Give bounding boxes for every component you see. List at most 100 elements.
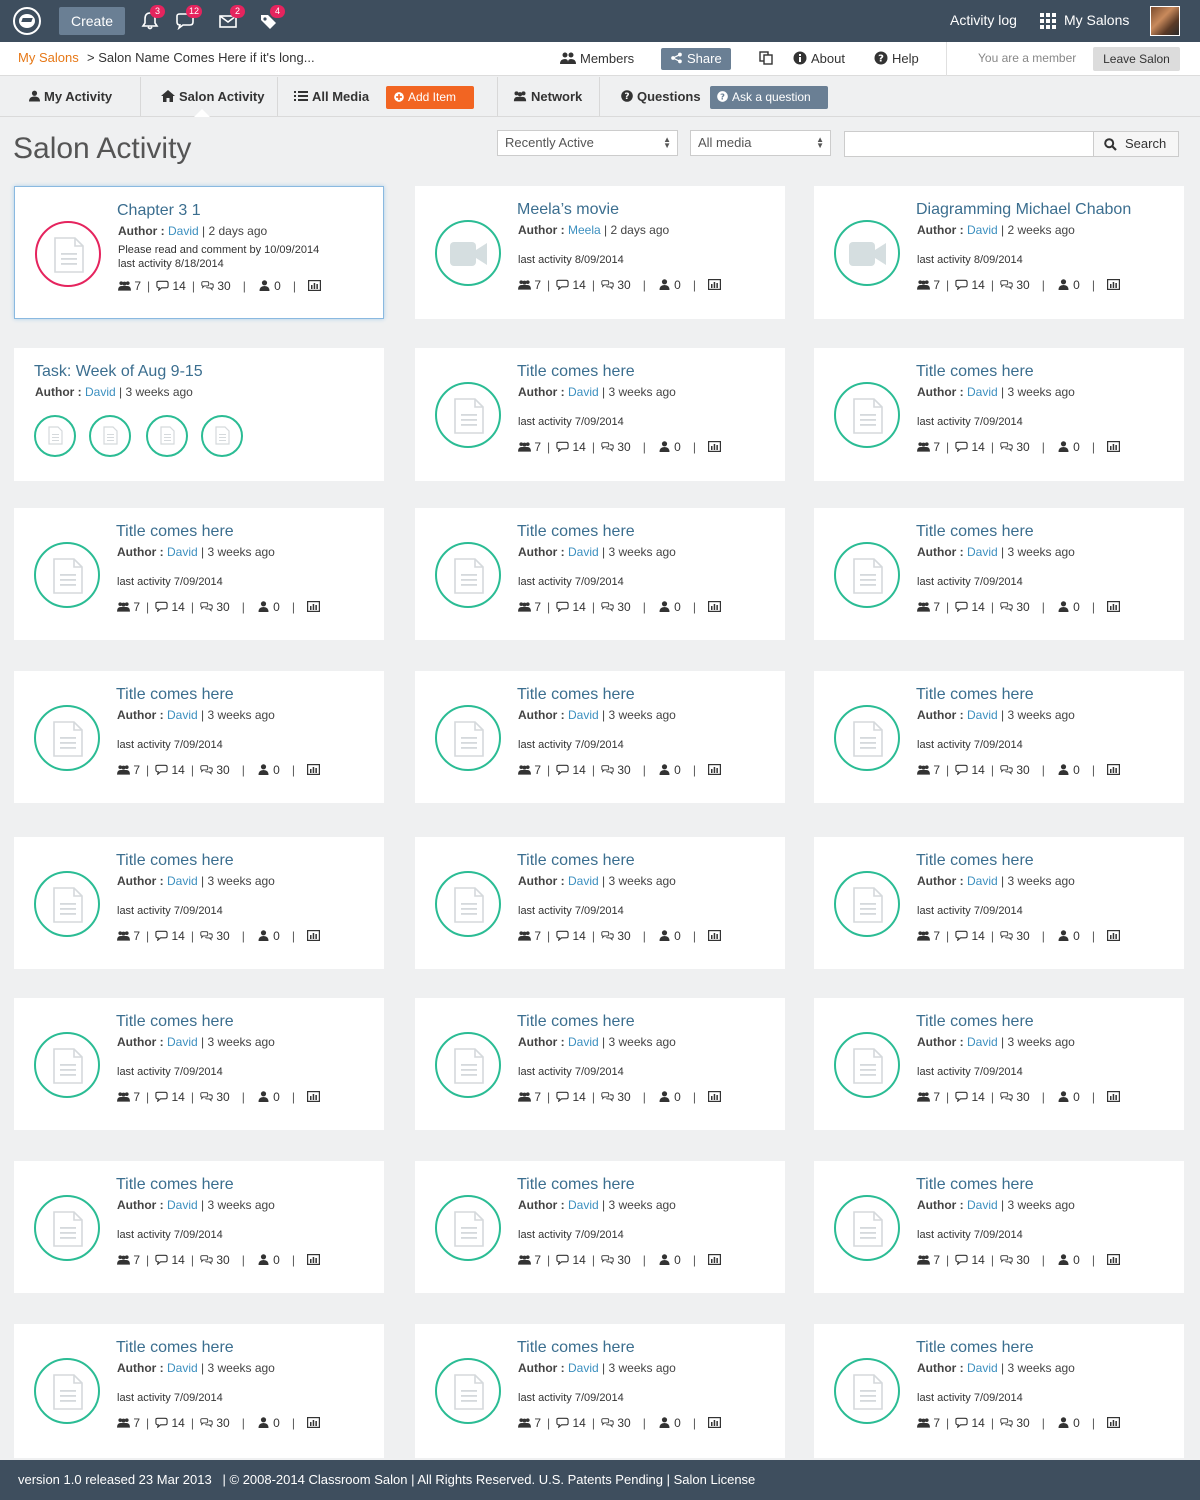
author-link[interactable]: David (967, 545, 998, 559)
stats-button[interactable] (306, 1416, 320, 1430)
document-icon[interactable] (834, 705, 900, 771)
card-title[interactable]: Title comes here (916, 1013, 1034, 1031)
members-button[interactable]: Members (560, 51, 634, 66)
stats-button[interactable] (707, 1253, 721, 1267)
task-item-document-icon[interactable] (34, 415, 76, 457)
stats-button[interactable] (707, 278, 721, 292)
stats-button[interactable] (1106, 278, 1120, 292)
media-card[interactable]: Title comes here Author : David | 3 weeks… (814, 837, 1184, 969)
stats-button[interactable] (707, 1416, 721, 1430)
author-link[interactable]: David (167, 1361, 198, 1375)
stats-button[interactable] (306, 929, 320, 943)
author-link[interactable]: David (568, 1361, 599, 1375)
card-title[interactable]: Title comes here (116, 1176, 234, 1194)
document-icon[interactable] (435, 705, 501, 771)
stats-button[interactable] (1106, 929, 1120, 943)
media-card[interactable]: Title comes here Author : David | 3 weeks… (14, 1324, 384, 1458)
media-card[interactable]: Title comes here Author : David | 3 weeks… (415, 508, 785, 640)
notifications-bell-icon[interactable]: 3 (140, 5, 165, 30)
card-title[interactable]: Title comes here (517, 1013, 635, 1031)
tab-my-activity[interactable]: My Activity (29, 77, 112, 117)
document-icon[interactable] (34, 1358, 100, 1424)
document-icon[interactable] (34, 1195, 100, 1261)
card-title[interactable]: Meela’s movie (517, 201, 619, 219)
card-title[interactable]: Title comes here (116, 852, 234, 870)
media-card[interactable]: Title comes here Author : David | 3 weeks… (415, 1324, 785, 1458)
card-title[interactable]: Title comes here (916, 686, 1034, 704)
tags-icon[interactable]: 4 (259, 5, 285, 30)
video-icon[interactable] (834, 220, 900, 286)
author-link[interactable]: David (967, 1198, 998, 1212)
add-item-button[interactable]: Add Item (386, 86, 474, 109)
stats-button[interactable] (707, 763, 721, 777)
stats-button[interactable] (306, 763, 320, 777)
author-link[interactable]: David (167, 708, 198, 722)
author-link[interactable]: David (967, 708, 998, 722)
tab-questions[interactable]: ? Questions (621, 77, 701, 117)
author-link[interactable]: David (167, 1198, 198, 1212)
breadcrumb-my-salons[interactable]: My Salons (18, 50, 79, 65)
document-icon[interactable] (834, 1195, 900, 1261)
media-card[interactable]: Title comes here Author : David | 3 weeks… (814, 508, 1184, 640)
card-title[interactable]: Title comes here (517, 1176, 635, 1194)
card-title[interactable]: Title comes here (517, 686, 635, 704)
ask-question-button[interactable]: ? Ask a question (710, 86, 828, 109)
video-icon[interactable] (435, 220, 501, 286)
search-input[interactable] (844, 131, 1094, 157)
tab-network[interactable]: Network (513, 77, 582, 117)
author-link[interactable]: David (167, 545, 198, 559)
media-card[interactable]: Title comes here Author : David | 3 weeks… (14, 1161, 384, 1293)
author-link[interactable]: David (568, 385, 599, 399)
media-select[interactable]: All media ▲ ▼ (690, 130, 831, 156)
help-button[interactable]: ? Help (874, 51, 919, 66)
tab-salon-activity[interactable]: Salon Activity (161, 77, 264, 117)
document-icon[interactable] (435, 871, 501, 937)
media-card[interactable]: Chapter 3 1 Author : David | 2 days ago Pl… (14, 186, 384, 319)
author-link[interactable]: David (168, 224, 199, 238)
card-title[interactable]: Title comes here (116, 523, 234, 541)
media-card[interactable]: Title comes here Author : David | 3 weeks… (415, 837, 785, 969)
author-link[interactable]: David (967, 1035, 998, 1049)
comments-icon[interactable]: 12 (175, 5, 203, 30)
tab-all-media[interactable]: All Media (294, 77, 369, 117)
card-title[interactable]: Task: Week of Aug 9-15 (34, 363, 203, 381)
user-avatar[interactable] (1150, 6, 1180, 36)
media-card[interactable]: Title comes here Author : David | 3 weeks… (14, 837, 384, 969)
document-icon[interactable] (834, 382, 900, 448)
salon-logo-icon[interactable] (13, 7, 41, 35)
document-icon[interactable] (34, 705, 100, 771)
create-button[interactable]: Create (59, 7, 125, 35)
document-icon[interactable] (435, 1195, 501, 1261)
copy-icon[interactable] (758, 51, 774, 66)
search-button[interactable]: Search (1093, 131, 1179, 157)
media-card[interactable]: Title comes here Author : David | 3 weeks… (415, 998, 785, 1130)
author-link[interactable]: David (568, 874, 599, 888)
stats-button[interactable] (1106, 763, 1120, 777)
stats-button[interactable] (307, 279, 321, 293)
leave-salon-button[interactable]: Leave Salon (1093, 47, 1180, 71)
stats-button[interactable] (306, 1253, 320, 1267)
author-link[interactable]: David (167, 1035, 198, 1049)
media-card[interactable]: Title comes here Author : David | 3 weeks… (14, 671, 384, 803)
card-title[interactable]: Title comes here (517, 852, 635, 870)
activity-log-link[interactable]: Activity log (950, 12, 1017, 28)
media-card[interactable]: Title comes here Author : David | 3 weeks… (415, 348, 785, 481)
stats-button[interactable] (707, 440, 721, 454)
media-card[interactable]: Title comes here Author : David | 3 weeks… (814, 1324, 1184, 1458)
stats-button[interactable] (707, 600, 721, 614)
author-link[interactable]: Meela (568, 223, 601, 237)
apps-grid-icon[interactable] (1040, 13, 1057, 30)
document-icon[interactable] (435, 382, 501, 448)
card-title[interactable]: Title comes here (517, 523, 635, 541)
document-icon[interactable] (834, 1032, 900, 1098)
document-icon[interactable] (834, 871, 900, 937)
document-icon[interactable] (435, 1358, 501, 1424)
author-link[interactable]: David (967, 1361, 998, 1375)
stats-button[interactable] (707, 929, 721, 943)
media-card[interactable]: Title comes here Author : David | 3 weeks… (814, 998, 1184, 1130)
media-card[interactable]: Title comes here Author : David | 3 weeks… (415, 1161, 785, 1293)
stats-button[interactable] (306, 600, 320, 614)
author-link[interactable]: David (85, 385, 116, 399)
card-title[interactable]: Title comes here (916, 1339, 1034, 1357)
document-icon[interactable] (34, 542, 100, 608)
